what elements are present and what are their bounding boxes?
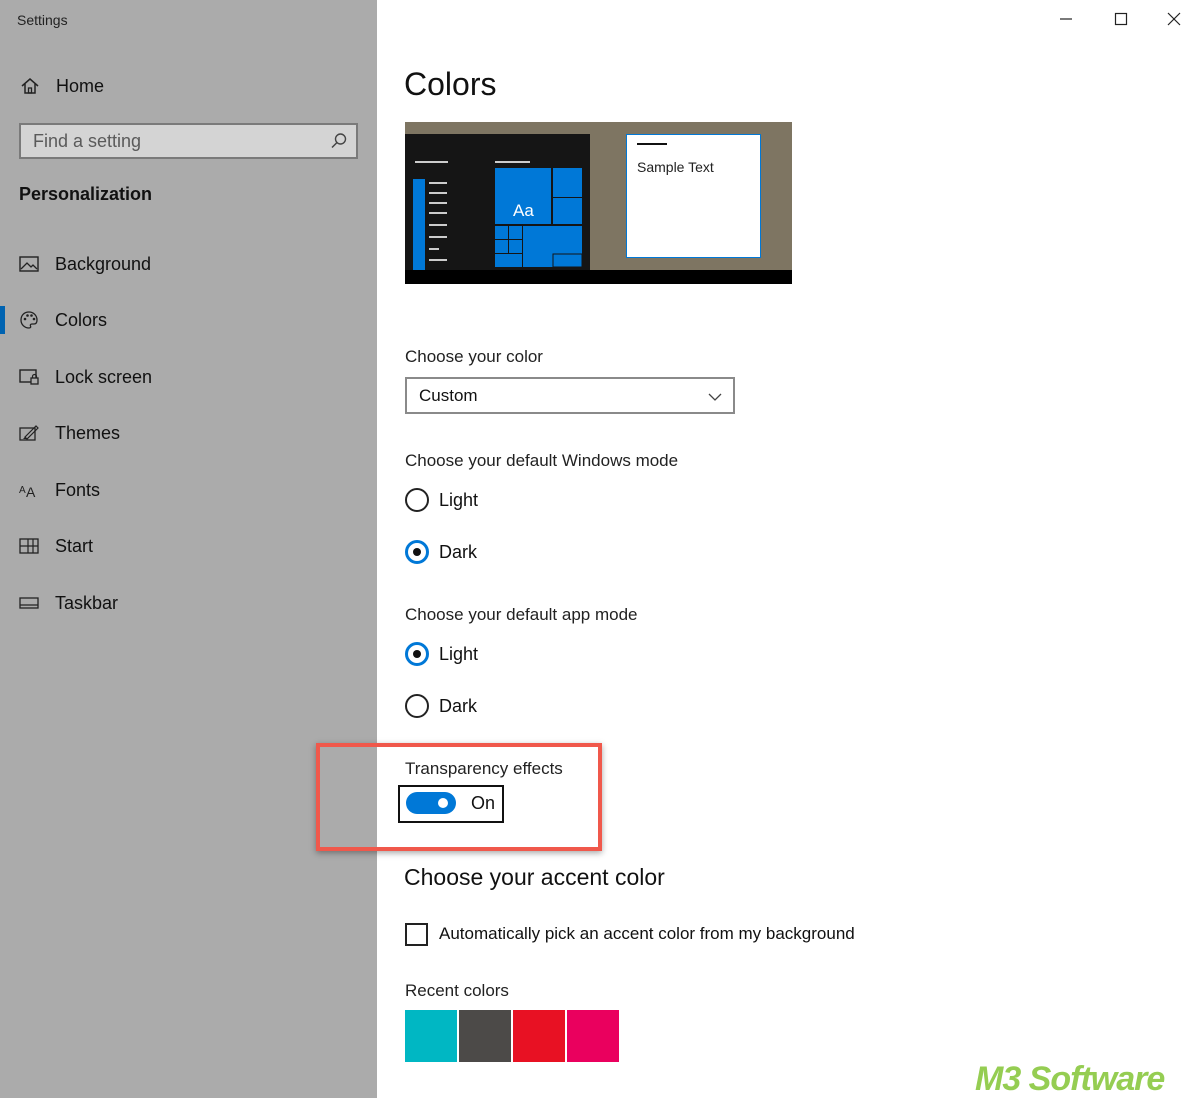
app-mode-light-radio[interactable]: Light [405,642,478,666]
sidebar-item-colors[interactable]: Colors [0,300,377,340]
sidebar-item-label: Themes [55,422,121,443]
app-title: Settings [17,12,68,28]
checkbox-label: Automatically pick an accent color from … [439,924,855,943]
radio-circle[interactable] [405,642,429,666]
color-swatch[interactable] [567,1010,619,1062]
sidebar-item-label: Background [55,253,152,274]
taskbar-icon [18,592,40,614]
transparency-toggle[interactable] [406,792,456,814]
preview-tile-label: Aa [513,201,534,220]
fonts-icon-glyph-large: A [26,484,36,499]
sidebar-item-themes[interactable]: Themes [0,413,377,453]
home-icon [19,75,41,97]
search-box[interactable] [19,123,358,159]
accent-color-heading: Choose your accent color [404,864,665,890]
preview-start-menu: Aa [405,134,590,270]
checkbox-box[interactable] [405,922,428,946]
recent-colors-label: Recent colors [405,981,509,1000]
preview-sample-bar [637,143,667,145]
color-swatch[interactable] [405,1010,457,1062]
watermark: M3 Software [975,1060,1165,1098]
minimize-icon [1060,18,1072,20]
sidebar-home-label: Home [56,75,105,96]
preview-sample-text: Sample Text [637,159,714,175]
auto-pick-accent-checkbox[interactable]: Automatically pick an accent color from … [405,922,855,946]
search-icon[interactable] [330,132,348,150]
search-input[interactable] [33,130,323,152]
choose-color-select[interactable]: Custom [405,377,735,414]
radio-circle[interactable] [405,540,429,564]
sidebar-home[interactable]: Home [19,74,104,98]
sidebar-item-fonts[interactable]: AA Fonts [0,470,377,510]
page-title: Colors [404,66,497,102]
close-icon [1167,12,1181,26]
color-swatch[interactable] [513,1010,565,1062]
preview-taskbar [405,270,792,284]
sidebar-item-label: Start [55,535,94,556]
close-button[interactable] [1154,4,1194,34]
transparency-state: On [471,793,496,813]
choose-color-label: Choose your color [405,347,543,366]
sidebar-item-label: Fonts [55,479,101,500]
app-mode-dark-radio[interactable]: Dark [405,694,477,718]
sidebar-item-background[interactable]: Background [0,244,377,284]
sidebar-item-label: Colors [55,309,108,330]
palette-icon [18,309,40,331]
chevron-down-icon [707,389,723,403]
sidebar-item-start[interactable]: Start [0,526,377,566]
fonts-icon-glyph-small: A [19,485,26,496]
maximize-icon [1114,12,1128,26]
radio-label: Light [439,643,479,664]
radio-circle[interactable] [405,694,429,718]
active-indicator [0,306,5,334]
recent-colors-swatches [405,1010,621,1062]
section-label-personalization: Personalization [19,184,153,204]
color-preview: Aa Sample Text [405,122,792,284]
sidebar-item-label: Lock screen [55,366,153,387]
maximize-button[interactable] [1101,4,1141,34]
radio-circle[interactable] [405,488,429,512]
minimize-button[interactable] [1046,4,1086,34]
windows-mode-label: Choose your default Windows mode [405,451,679,470]
choose-color-value: Custom [419,385,478,405]
windows-mode-dark-radio[interactable]: Dark [405,540,477,564]
app-mode-label: Choose your default app mode [405,605,638,624]
picture-icon [18,253,40,275]
preview-sample-window: Sample Text [626,134,761,258]
radio-label: Dark [439,541,478,562]
sidebar: Settings Home Personalization Background… [0,0,377,1098]
sidebar-item-lock-screen[interactable]: Lock screen [0,357,377,397]
color-swatch[interactable] [459,1010,511,1062]
radio-label: Light [439,489,479,510]
transparency-label: Transparency effects [405,759,563,778]
radio-label: Dark [439,695,478,716]
themes-brush-icon [18,422,40,444]
toggle-knob [438,798,448,808]
lock-screen-icon [18,366,40,388]
windows-mode-light-radio[interactable]: Light [405,488,478,512]
start-grid-icon [18,535,40,557]
sidebar-item-label: Taskbar [55,592,119,613]
sidebar-item-taskbar[interactable]: Taskbar [0,583,377,623]
fonts-icon: AA [18,479,40,501]
